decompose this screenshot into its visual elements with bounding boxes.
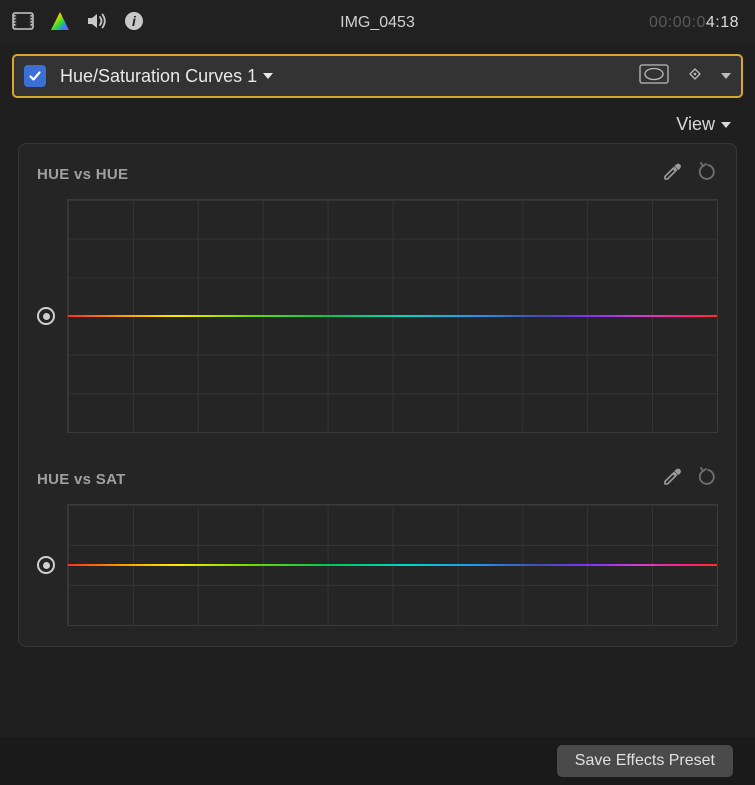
reset-icon[interactable] — [698, 162, 718, 187]
info-tab-icon[interactable]: i — [124, 11, 144, 36]
curve-grid-hue-vs-sat[interactable] — [67, 504, 718, 626]
footer: Save Effects Preset — [0, 737, 755, 785]
curve-title: HUE vs HUE — [37, 166, 128, 183]
curve-section-hue-vs-hue: HUE vs HUE — [21, 148, 734, 453]
keyframe-icon[interactable] — [687, 66, 703, 87]
spectrum-line — [68, 564, 717, 566]
video-tab-icon[interactable] — [12, 12, 34, 35]
curve-title: HUE vs SAT — [37, 471, 126, 488]
effect-enable-checkbox[interactable] — [24, 65, 46, 87]
effect-menu-chevron-icon[interactable] — [721, 73, 731, 79]
topbar-left-icons: i — [12, 11, 144, 36]
timecode-dim: 00:00:0 — [649, 14, 706, 31]
reset-icon[interactable] — [698, 467, 718, 492]
curve-point-selector[interactable] — [37, 307, 55, 325]
timecode: 00:00:04:18 — [649, 14, 739, 32]
chevron-down-icon — [721, 122, 731, 128]
effect-title-label: Hue/Saturation Curves 1 — [60, 66, 257, 87]
color-tab-icon[interactable] — [50, 11, 70, 36]
eyedropper-icon[interactable] — [662, 162, 682, 187]
eyedropper-icon[interactable] — [662, 467, 682, 492]
view-menu-label: View — [676, 114, 715, 135]
effect-bar: Hue/Saturation Curves 1 — [12, 54, 743, 98]
chevron-down-icon — [263, 73, 273, 79]
curve-point-selector[interactable] — [37, 556, 55, 574]
view-menu[interactable]: View — [0, 98, 755, 143]
inspector-topbar: i IMG_0453 00:00:04:18 — [0, 0, 755, 46]
curve-grid-hue-vs-hue[interactable] — [67, 199, 718, 433]
effect-title-dropdown[interactable]: Hue/Saturation Curves 1 — [60, 66, 273, 87]
curves-container: HUE vs HUE HUE vs SAT — [18, 143, 737, 647]
curve-section-hue-vs-sat: HUE vs SAT — [21, 453, 734, 646]
mask-icon[interactable] — [639, 64, 669, 89]
timecode-bright: 4:18 — [706, 14, 739, 31]
save-effects-preset-button[interactable]: Save Effects Preset — [557, 745, 733, 777]
audio-tab-icon[interactable] — [86, 11, 108, 36]
spectrum-line — [68, 315, 717, 317]
